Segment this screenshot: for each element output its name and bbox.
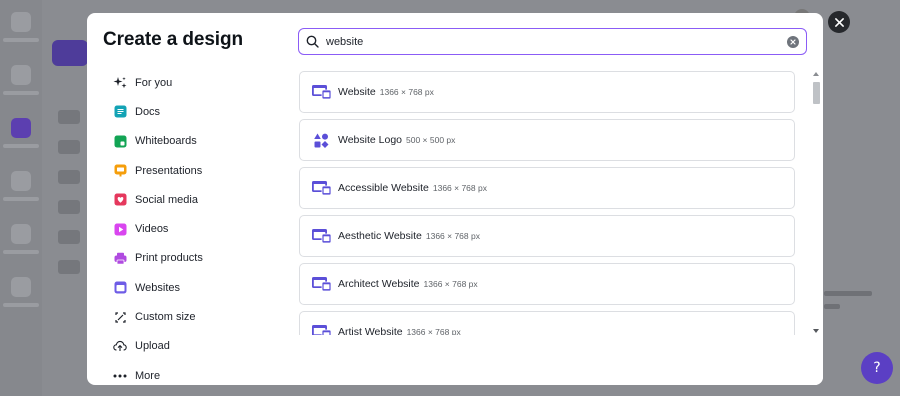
- menu-item-label: Social media: [135, 193, 198, 206]
- category-menu: For you Docs Whiteboards Presentations S…: [113, 68, 283, 385]
- menu-item-label: Presentations: [135, 164, 203, 177]
- website-icon: [311, 84, 331, 100]
- bg-list-item: [58, 260, 80, 274]
- background-text: [824, 304, 840, 309]
- website-icon: [311, 324, 331, 335]
- bg-list-item: [58, 110, 80, 124]
- bg-sidebar-label: [3, 38, 39, 42]
- bg-sidebar-label: [3, 144, 39, 148]
- result-size: 500 × 500 px: [406, 135, 456, 145]
- search-input[interactable]: [326, 29, 787, 54]
- bg-sidebar-icon: [11, 118, 31, 138]
- menu-item-label: More: [135, 369, 161, 382]
- result-size: 1366 × 768 px: [425, 231, 480, 241]
- menu-item-social-media[interactable]: Social media: [113, 185, 283, 214]
- menu-item-label: Whiteboards: [135, 135, 197, 148]
- result-item-artist-website[interactable]: Artist Website 1366 × 768 px: [299, 311, 795, 335]
- result-name: Artist Website: [338, 326, 403, 335]
- scroll-thumb[interactable]: [813, 82, 820, 104]
- menu-item-for-you[interactable]: For you: [113, 68, 283, 97]
- menu-item-docs[interactable]: Docs: [113, 97, 283, 126]
- logo-shapes-icon: [311, 132, 331, 148]
- docs-icon: [113, 105, 127, 119]
- result-name: Aesthetic Website: [338, 230, 422, 242]
- result-name: Accessible Website: [338, 182, 429, 194]
- custom-size-icon: [113, 310, 127, 324]
- menu-item-videos[interactable]: Videos: [113, 214, 283, 243]
- results-scrollbar[interactable]: [812, 70, 821, 335]
- background-text: [824, 291, 872, 296]
- print-icon: [113, 251, 127, 265]
- result-name: Website: [338, 86, 376, 98]
- website-icon: [311, 228, 331, 244]
- bg-sidebar-icon: [11, 12, 31, 32]
- menu-item-more[interactable]: More: [113, 361, 283, 385]
- menu-item-label: Upload: [135, 340, 170, 353]
- menu-item-label: For you: [135, 76, 173, 89]
- scroll-down-arrow-icon[interactable]: [813, 329, 819, 333]
- menu-item-print-products[interactable]: Print products: [113, 244, 283, 273]
- menu-item-upload[interactable]: Upload: [113, 332, 283, 361]
- background-help-button: ?: [861, 352, 893, 384]
- clear-search-icon[interactable]: [787, 35, 799, 48]
- bg-sidebar-icon: [11, 224, 31, 244]
- create-design-modal: Create a design For you Docs Whiteboards…: [87, 13, 823, 385]
- search-bar: [298, 28, 807, 55]
- video-icon: [113, 222, 127, 236]
- bg-list-item: [58, 230, 80, 244]
- close-modal-button[interactable]: [828, 11, 850, 33]
- menu-item-label: Videos: [135, 223, 169, 236]
- scroll-up-arrow-icon[interactable]: [813, 72, 819, 76]
- bg-sidebar-icon: [11, 171, 31, 191]
- bg-list-item: [58, 140, 80, 154]
- result-size: 1366 × 768 px: [423, 279, 478, 289]
- result-item-website-logo[interactable]: Website Logo 500 × 500 px: [299, 119, 795, 161]
- search-results-list: Website 1366 × 768 px Website Logo 500 ×…: [298, 70, 808, 335]
- result-item-architect-website[interactable]: Architect Website 1366 × 768 px: [299, 263, 795, 305]
- bg-sidebar-label: [3, 91, 39, 95]
- bg-sidebar-label: [3, 250, 39, 254]
- bg-sidebar-label: [3, 197, 39, 201]
- result-item-aesthetic-website[interactable]: Aesthetic Website 1366 × 768 px: [299, 215, 795, 257]
- upload-icon: [113, 339, 127, 353]
- search-icon: [306, 35, 320, 49]
- result-item-website[interactable]: Website 1366 × 768 px: [299, 71, 795, 113]
- modal-title: Create a design: [103, 29, 243, 50]
- bg-sidebar-label: [3, 303, 39, 307]
- menu-item-websites[interactable]: Websites: [113, 273, 283, 302]
- result-name: Architect Website: [338, 278, 420, 290]
- whiteboard-icon: [113, 134, 127, 148]
- website-icon: [311, 276, 331, 292]
- background-create-button: [52, 40, 88, 66]
- menu-item-label: Print products: [135, 252, 203, 265]
- sparkle-icon: [113, 76, 127, 90]
- more-icon: [113, 369, 127, 383]
- result-size: 1366 × 768 px: [379, 87, 434, 97]
- modal-footer-area: [283, 335, 823, 385]
- menu-item-label: Docs: [135, 105, 161, 118]
- bg-sidebar-icon: [11, 277, 31, 297]
- help-icon: ?: [873, 360, 881, 376]
- background-sidebar: [0, 0, 42, 396]
- result-size: 1366 × 768 px: [432, 183, 487, 193]
- presentation-icon: [113, 164, 127, 178]
- website-icon: [113, 281, 127, 295]
- menu-item-label: Custom size: [135, 311, 196, 324]
- menu-item-custom-size[interactable]: Custom size: [113, 302, 283, 331]
- social-media-icon: [113, 193, 127, 207]
- result-item-accessible-website[interactable]: Accessible Website 1366 × 768 px: [299, 167, 795, 209]
- website-icon: [311, 180, 331, 196]
- menu-item-whiteboards[interactable]: Whiteboards: [113, 127, 283, 156]
- bg-sidebar-icon: [11, 65, 31, 85]
- menu-item-presentations[interactable]: Presentations: [113, 156, 283, 185]
- bg-list-item: [58, 170, 80, 184]
- menu-item-label: Websites: [135, 281, 181, 294]
- result-name: Website Logo: [338, 134, 403, 146]
- bg-list-item: [58, 200, 80, 214]
- close-icon: [834, 17, 844, 27]
- result-size: 1366 × 768 px: [406, 327, 461, 335]
